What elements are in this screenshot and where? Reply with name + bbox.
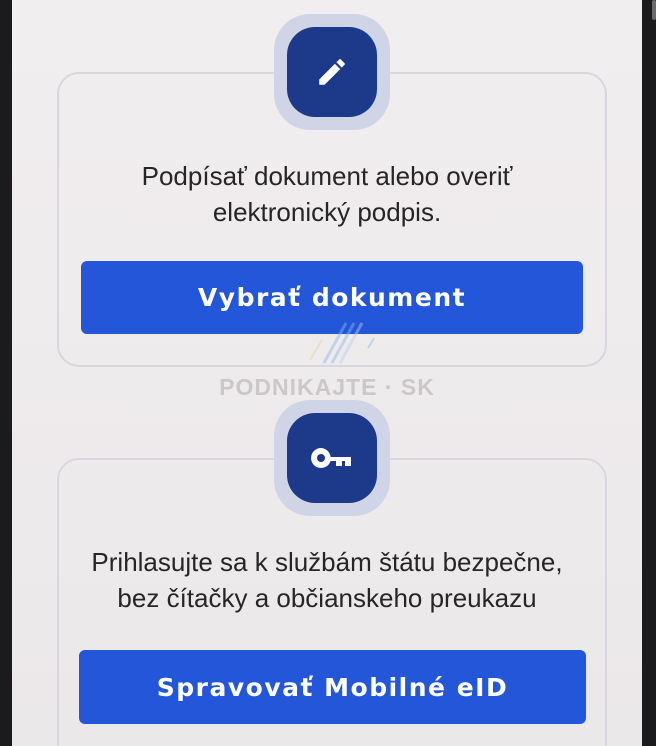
watermark-logo-icon [309, 322, 375, 364]
eid-description-line2: bez čítačky a občianskeho preukazu [117, 583, 537, 613]
key-icon [311, 448, 351, 468]
eid-description: Prihlasujte sa k službám štátu bezpečne,… [12, 544, 642, 616]
sign-icon-container [287, 27, 377, 117]
sign-icon-badge [274, 14, 390, 130]
eid-description-line1: Prihlasujte sa k službám štátu bezpečne, [91, 547, 563, 577]
pencil-icon [319, 59, 345, 85]
watermark-text: PODNIKAJTE · SK [219, 374, 435, 400]
device-edge [652, 0, 656, 20]
eid-icon-badge [274, 400, 390, 516]
eid-icon-container [287, 413, 377, 503]
manage-mobile-eid-button[interactable]: Spravovať Mobilné eID [79, 650, 586, 724]
sign-description-line1: Podpísať dokument alebo overiť [141, 161, 513, 191]
sign-description: Podpísať dokument alebo overiť elektroni… [12, 158, 642, 230]
sign-description-line2: elektronický podpis. [212, 197, 442, 227]
app-screen: Podpísať dokument alebo overiť elektroni… [12, 0, 642, 746]
